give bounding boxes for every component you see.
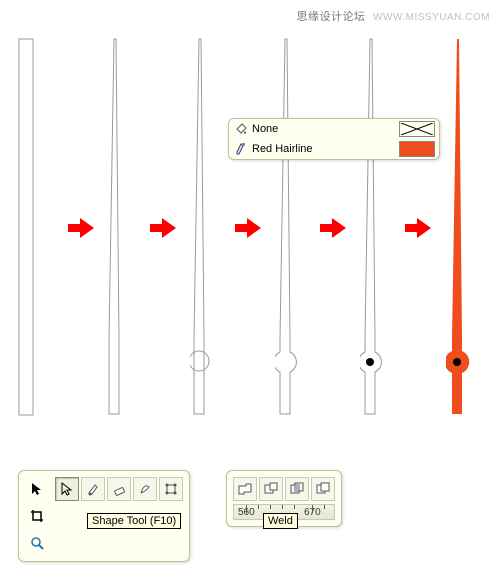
shape-tool-tooltip: Shape Tool (F10): [87, 513, 181, 529]
zoom-tool-icon[interactable]: [25, 531, 49, 555]
pick-tool-icon[interactable]: [25, 477, 49, 501]
intersect-button[interactable]: [285, 477, 309, 501]
transform-tool-button[interactable]: [159, 477, 183, 501]
watermark: 思缘设计论坛 WWW.MISSYUAN.COM: [297, 8, 490, 24]
step-3-shape: [190, 38, 210, 418]
shape-tool-button[interactable]: [55, 477, 79, 501]
bucket-icon: [233, 122, 248, 137]
step-2-shape: [106, 38, 124, 418]
simplify-button[interactable]: [311, 477, 335, 501]
watermark-url: WWW.MISSYUAN.COM: [373, 12, 490, 23]
fill-label: None: [252, 123, 393, 135]
weld-tooltip: Weld: [263, 513, 298, 529]
toolbox-panel: Shape Tool (F10): [18, 470, 190, 562]
step-5-shape: [360, 38, 382, 418]
arrow-icon: [405, 218, 431, 238]
watermark-cn: 思缘设计论坛: [297, 11, 366, 23]
eraser-tool-button[interactable]: [107, 477, 131, 501]
step-6-shape: [446, 38, 470, 418]
crop-tool-icon[interactable]: [25, 504, 49, 528]
arrow-icon: [150, 218, 176, 238]
shaping-panel: 560 670 Weld: [226, 470, 342, 527]
pen-icon: [233, 142, 248, 157]
knife-tool-button[interactable]: [81, 477, 105, 501]
arrow-icon: [235, 218, 261, 238]
step-4-shape: [275, 38, 297, 418]
swatch-none: [399, 121, 435, 137]
fill-none-row[interactable]: None: [229, 119, 439, 139]
outline-label: Red Hairline: [252, 143, 393, 155]
step-1-shape: [18, 38, 36, 418]
arrow-icon: [68, 218, 94, 238]
color-popup: None Red Hairline: [228, 118, 440, 160]
trim-button[interactable]: [259, 477, 283, 501]
weld-button[interactable]: [233, 477, 257, 501]
smudge-tool-button[interactable]: [133, 477, 157, 501]
illustration-stage: None Red Hairline: [10, 38, 490, 448]
outline-red-row[interactable]: Red Hairline: [229, 139, 439, 159]
arrow-icon: [320, 218, 346, 238]
swatch-red: [399, 141, 435, 157]
